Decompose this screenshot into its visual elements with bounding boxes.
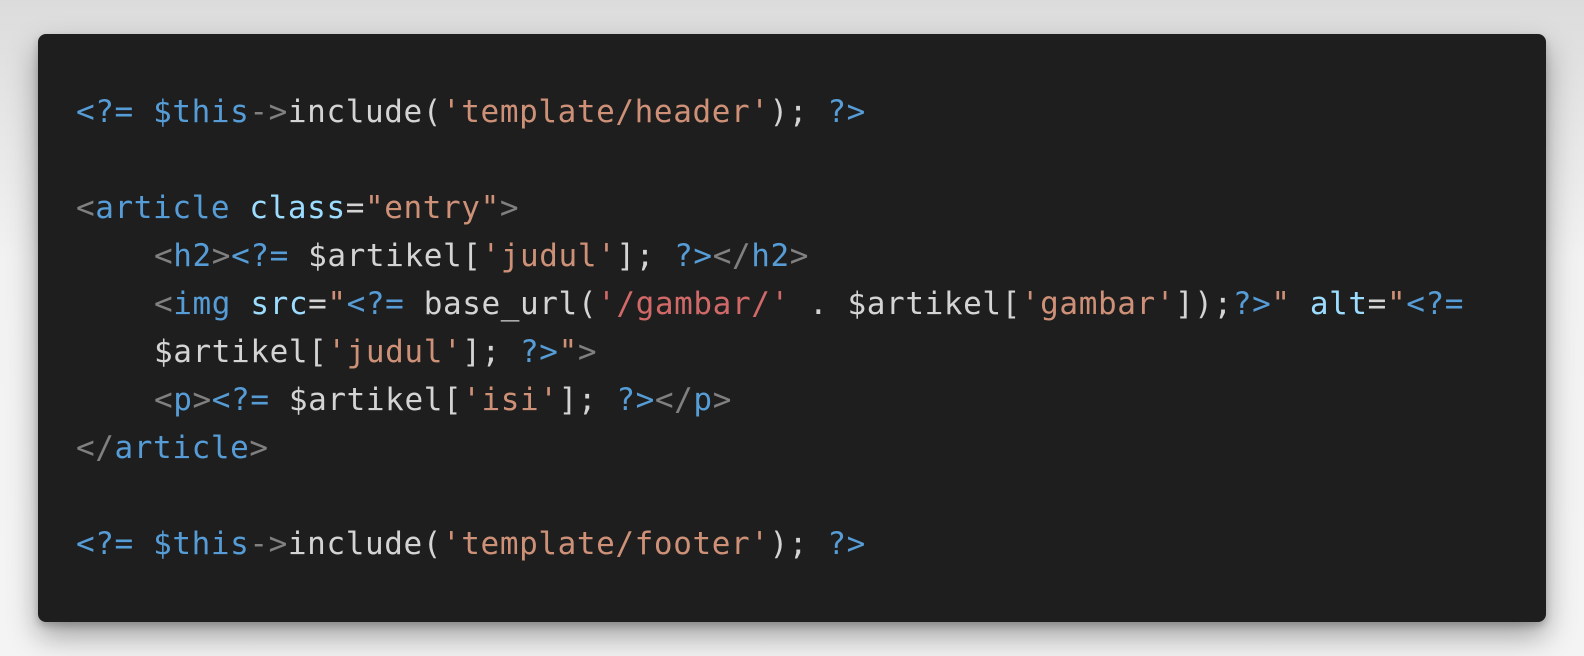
code-token: "entry" bbox=[364, 190, 500, 226]
code-token: ?> bbox=[520, 334, 559, 370]
code-token: 'template/footer' bbox=[442, 526, 770, 562]
code-line: <p><?= $artikel['isi']; ?></p> bbox=[76, 376, 1546, 424]
code-token: p bbox=[693, 382, 713, 418]
code-token: ?> bbox=[1232, 286, 1272, 322]
code-token: = bbox=[1367, 286, 1387, 322]
code-token: include( bbox=[287, 94, 443, 130]
code-token: </ bbox=[76, 430, 115, 466]
code-token: > bbox=[499, 190, 520, 226]
code-token: </ bbox=[712, 238, 752, 274]
code-token: src bbox=[250, 286, 309, 322]
code-token: 'gambar' bbox=[1020, 286, 1176, 322]
code-token: ?> bbox=[827, 94, 866, 130]
code-token: <?= bbox=[346, 286, 405, 322]
code-line: <?= $this->include('template/header'); ?… bbox=[76, 88, 1546, 136]
code-token: " bbox=[1271, 286, 1291, 322]
code-line: <?= $this->include('template/footer'); ?… bbox=[76, 520, 1546, 568]
code-line: <img src="<?= base_url('/gambar/' . $art… bbox=[76, 280, 1546, 328]
code-token: img bbox=[173, 286, 232, 322]
code-token: > bbox=[211, 238, 232, 274]
code-token: > bbox=[712, 382, 732, 418]
code-token: article bbox=[95, 190, 231, 226]
code-token: <?= bbox=[76, 526, 134, 562]
code-token: " bbox=[1386, 286, 1407, 322]
code-token: $this bbox=[153, 526, 250, 562]
code-token: <?= bbox=[211, 382, 270, 418]
code-token: ); bbox=[769, 526, 828, 562]
code-token: ?> bbox=[674, 238, 713, 274]
code-token: article bbox=[114, 430, 250, 466]
code-token: < bbox=[76, 190, 96, 226]
code-line: $artikel['judul']; ?>"> bbox=[76, 328, 1546, 376]
code-token: ?> bbox=[616, 382, 655, 418]
code-token: <?= bbox=[76, 94, 134, 130]
code-token: > bbox=[249, 430, 269, 466]
code-token: < bbox=[154, 382, 174, 418]
code-token: $artikel[ bbox=[288, 238, 482, 274]
code-token: $this bbox=[153, 94, 250, 130]
code-line: <h2><?= $artikel['judul']; ?></h2> bbox=[76, 232, 1546, 280]
code-token: -> bbox=[249, 94, 288, 130]
code-token: p bbox=[173, 382, 193, 418]
code-token: > bbox=[192, 382, 212, 418]
code-token: " bbox=[558, 334, 578, 370]
code-line: <article class="entry"> bbox=[76, 184, 1546, 232]
code-token: $artikel[ bbox=[269, 382, 463, 418]
code-token: ]; bbox=[462, 334, 521, 370]
code-token: 'judul' bbox=[327, 334, 463, 370]
code-token: <?= bbox=[231, 238, 289, 274]
code-token: base_url( bbox=[404, 286, 598, 322]
code-token: 'isi' bbox=[462, 382, 559, 418]
code-line: </article> bbox=[76, 424, 1546, 472]
code-token: 'judul' bbox=[481, 238, 617, 274]
code-token: alt bbox=[1309, 286, 1368, 322]
code-block: <?= $this->include('template/header'); ?… bbox=[38, 34, 1546, 622]
code-token: h2 bbox=[173, 238, 212, 274]
code-token: </ bbox=[654, 382, 694, 418]
code-token: < bbox=[154, 238, 174, 274]
code-token: class bbox=[249, 190, 346, 226]
code-token: ); bbox=[769, 94, 828, 130]
code-lines: <?= $this->include('template/header'); ?… bbox=[76, 88, 1546, 568]
code-token: ]; bbox=[616, 238, 675, 274]
code-token: = bbox=[345, 190, 365, 226]
code-token: include( bbox=[287, 526, 443, 562]
code-token: <?= bbox=[1406, 286, 1464, 322]
code-token: $artikel[ bbox=[154, 334, 328, 370]
code-token: " bbox=[327, 286, 347, 322]
code-token: > bbox=[789, 238, 810, 274]
code-token: . $artikel[ bbox=[789, 286, 1021, 322]
code-token: ]; bbox=[558, 382, 617, 418]
code-token: h2 bbox=[751, 238, 790, 274]
code-token: > bbox=[577, 334, 598, 370]
code-token: 'template/header' bbox=[442, 94, 770, 130]
code-token: '/gambar/' bbox=[597, 286, 790, 322]
code-token: ?> bbox=[827, 526, 866, 562]
code-token: < bbox=[154, 286, 174, 322]
code-token: = bbox=[308, 286, 328, 322]
code-token: ]); bbox=[1175, 286, 1233, 322]
code-token: -> bbox=[249, 526, 288, 562]
